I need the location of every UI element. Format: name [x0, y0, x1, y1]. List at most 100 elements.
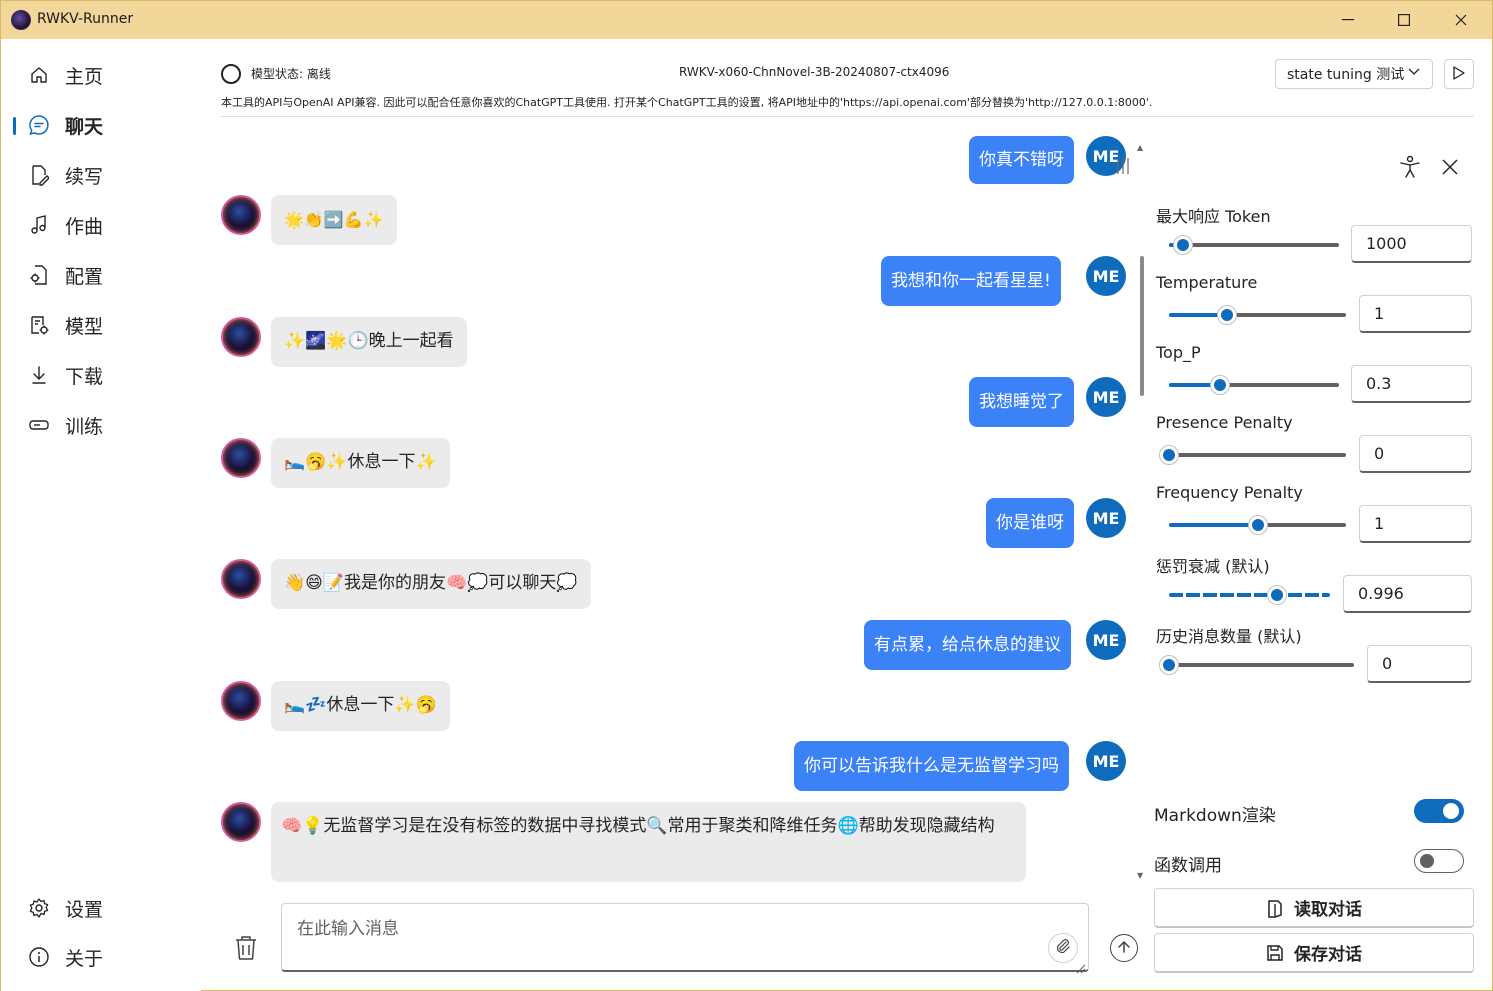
sidebar-item-label: 下载 [65, 365, 104, 388]
slider-thumb[interactable] [1159, 655, 1179, 675]
presence-penalty-label: Presence Penalty [1156, 413, 1293, 432]
assistant-avatar [221, 438, 261, 478]
play-icon [1453, 65, 1465, 84]
assistant-message-bubble: ✨🌌🌟🕒晚上一起看 [271, 317, 467, 367]
assistant-avatar [221, 681, 261, 721]
slider-thumb[interactable] [1159, 445, 1179, 465]
user-message-bubble: 你真不错呀 [969, 136, 1074, 184]
assistant-avatar [221, 802, 261, 842]
load-conversation-label: 读取对话 [1294, 900, 1362, 920]
info-icon [27, 945, 51, 969]
sidebar-item-train[interactable]: 训练 [13, 405, 193, 445]
markdown-toggle-label: Markdown渲染 [1154, 806, 1276, 826]
save-conversation-label: 保存对话 [1294, 945, 1362, 965]
model-database-icon [27, 313, 51, 337]
slider-fill [1169, 523, 1258, 527]
sidebar-item-chat[interactable]: 聊天 [13, 105, 193, 145]
history-count-input[interactable]: 0 [1367, 645, 1472, 683]
preset-dropdown[interactable]: state tuning 测试 [1275, 59, 1433, 89]
user-message-bubble: 我想睡觉了 [969, 377, 1074, 427]
presence-penalty-input[interactable]: 0 [1359, 435, 1472, 473]
assistant-message-text: 👋😄📝我是你的朋友🧠💭可以聊天💭 [284, 573, 578, 593]
accessibility-icon[interactable] [1396, 153, 1424, 181]
penalty-decay-label: 惩罚衰减 (默认) [1156, 557, 1270, 576]
temperature-label: Temperature [1156, 273, 1258, 292]
divider [221, 116, 1474, 117]
run-button[interactable] [1444, 59, 1474, 89]
sidebar-item-label: 聊天 [65, 115, 104, 138]
top-p-input[interactable]: 0.3 [1351, 365, 1472, 403]
settings-document-icon [27, 263, 51, 287]
slider-fill [1169, 593, 1277, 597]
markdown-toggle[interactable] [1414, 799, 1464, 823]
slider-track[interactable] [1169, 663, 1354, 667]
sidebar-item-home[interactable]: 主页 [13, 55, 193, 95]
sidebar-item-label: 配置 [65, 265, 104, 288]
max-tokens-input[interactable]: 1000 [1351, 225, 1472, 263]
scroll-down-arrow-icon[interactable]: ▼ [1137, 871, 1143, 880]
sidebar-item-config[interactable]: 配置 [13, 255, 193, 295]
sidebar-item-label: 设置 [65, 898, 104, 921]
send-button[interactable] [1110, 934, 1138, 962]
user-avatar: ME [1086, 256, 1126, 296]
save-icon [1266, 944, 1284, 962]
chat-message-list[interactable]: 你真不错呀 ME 🌟👏➡️💪✨ 我想和你一起看星星! ME ✨🌌🌟🕒晚上一起看 … [201, 136, 1146, 886]
slider-thumb[interactable] [1247, 515, 1268, 535]
assistant-message-text: 🛌🥱✨休息一下✨ [284, 452, 437, 472]
sidebar-item-compose[interactable]: 作曲 [13, 205, 193, 245]
assistant-avatar [221, 317, 261, 357]
slider-thumb[interactable] [1210, 375, 1230, 395]
frequency-penalty-input[interactable]: 1 [1359, 505, 1472, 543]
sidebar-item-model[interactable]: 模型 [13, 305, 193, 345]
maximize-button[interactable] [1379, 1, 1429, 39]
api-compat-note: 本工具的API与OpenAI API兼容. 因此可以配合任意你喜欢的ChatGP… [221, 96, 1153, 109]
sidebar-item-about[interactable]: 关于 [13, 937, 193, 977]
assistant-message-bubble: 🧠💡无监督学习是在没有标签的数据中寻找模式🔍常用于聚类和降维任务🌐帮助发现隐藏结… [271, 802, 1026, 882]
model-status-icon[interactable] [221, 64, 241, 84]
preset-dropdown-value: state tuning 测试 [1287, 67, 1405, 83]
message-input[interactable]: 在此输入消息 [281, 903, 1089, 972]
assistant-message-bubble: 🛌💤休息一下✨🥱 [271, 681, 450, 731]
arrow-up-icon [1117, 939, 1131, 958]
slider-thumb[interactable] [1172, 235, 1193, 255]
temperature-input[interactable]: 1 [1359, 295, 1472, 333]
user-avatar: ME [1086, 741, 1126, 781]
sidebar-item-download[interactable]: 下载 [13, 355, 193, 395]
clear-chat-button[interactable] [233, 934, 259, 962]
document-icon [1266, 898, 1284, 918]
gear-icon [27, 896, 51, 920]
function-call-toggle[interactable] [1414, 849, 1464, 873]
attach-button[interactable] [1048, 933, 1078, 963]
drag-handle-icon[interactable] [1116, 156, 1130, 180]
chat-scrollbar[interactable] [1140, 256, 1144, 396]
sidebar-item-label: 主页 [65, 65, 104, 88]
close-panel-icon[interactable] [1436, 153, 1464, 181]
assistant-message-text: ✨🌌🌟🕒晚上一起看 [284, 331, 454, 351]
resize-grip-icon[interactable] [1076, 959, 1086, 978]
assistant-message-bubble: 🌟👏➡️💪✨ [271, 195, 397, 245]
active-indicator [13, 117, 16, 135]
user-avatar: ME [1086, 377, 1126, 417]
slider-thumb[interactable] [1266, 585, 1287, 605]
save-conversation-button[interactable]: 保存对话 [1154, 933, 1474, 973]
close-button[interactable] [1436, 1, 1486, 39]
penalty-decay-input[interactable]: 0.996 [1343, 575, 1472, 613]
slider-track[interactable] [1169, 453, 1346, 457]
user-message-bubble: 你是谁呀 [986, 498, 1074, 548]
minimize-button[interactable] [1323, 1, 1373, 39]
sidebar-item-label: 关于 [65, 947, 104, 970]
sidebar-item-settings[interactable]: 设置 [13, 888, 193, 928]
slider-thumb[interactable] [1217, 305, 1238, 325]
max-tokens-label: 最大响应 Token [1156, 207, 1271, 226]
message-input-placeholder: 在此输入消息 [297, 919, 399, 939]
chevron-down-icon [1408, 65, 1420, 79]
sidebar-item-write[interactable]: 续写 [13, 155, 193, 195]
slider-track[interactable] [1169, 243, 1339, 247]
assistant-message-text: 🌟👏➡️💪✨ [284, 210, 384, 229]
home-icon [27, 63, 51, 87]
load-conversation-button[interactable]: 读取对话 [1154, 888, 1474, 928]
sidebar-item-label: 模型 [65, 315, 104, 338]
scroll-up-arrow-icon[interactable]: ▲ [1137, 143, 1143, 152]
model-status-text: 模型状态: 离线 [251, 67, 331, 81]
music-note-icon [27, 213, 51, 237]
